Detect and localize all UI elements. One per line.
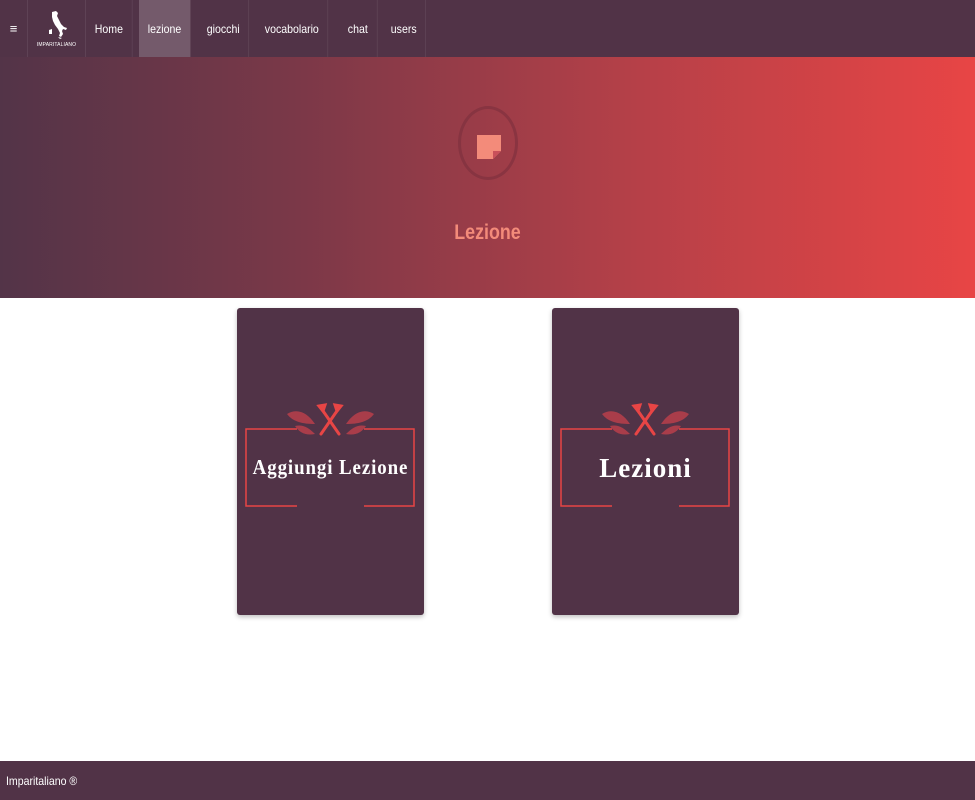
brand-text: IMPARITALIANO [36,41,77,48]
hamburger-icon: ≡ [9,21,18,36]
add-lesson-label: Aggiungi Lezione [252,455,409,479]
brand-logo[interactable]: IMPARITALIANO [28,0,86,57]
top-navbar: ≡ IMPARITALIANO Home lezione giocchi voc… [0,0,975,57]
italy-map-icon [48,10,67,39]
crossed-pencils-icon [631,403,659,436]
nav-item-giocchi[interactable]: giocchi [198,0,250,57]
nav-item-lezione[interactable]: lezione [139,0,191,57]
hero-title: Lezione [454,221,521,244]
nav-item-vocabolario[interactable]: vocabolario [256,0,329,57]
lessons-card[interactable]: Lezioni [552,308,739,615]
document-icon [477,135,501,159]
nav-item-users[interactable]: users [382,0,427,57]
nav-item-home[interactable]: Home [86,0,133,57]
hero-banner: Lezione [0,57,975,298]
footer: Imparitaliano ® [0,761,975,800]
hero-icon-circle [458,106,518,180]
crossed-pencils-icon [316,403,344,436]
footer-copyright: Imparitaliano ® [6,773,78,788]
add-lesson-card[interactable]: Aggiungi Lezione [237,308,424,615]
hamburger-menu-button[interactable]: ≡ [0,0,28,57]
nav-item-chat[interactable]: chat [339,0,378,57]
lessons-label: Lezioni [599,453,692,483]
